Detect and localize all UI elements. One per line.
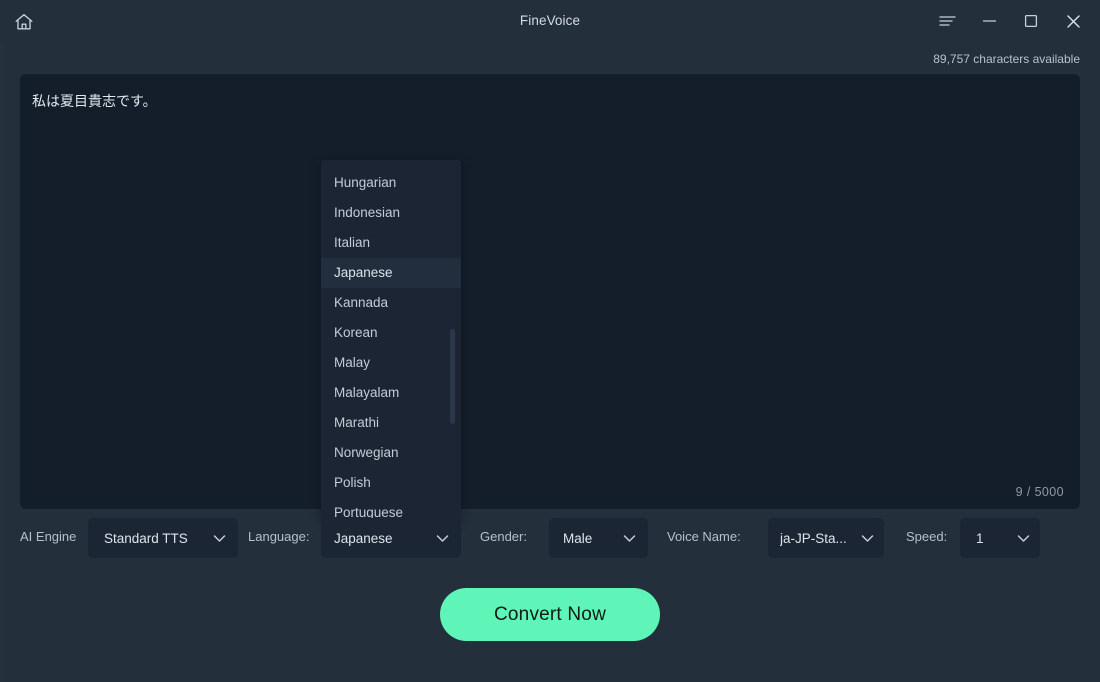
speed-select[interactable]: 1 (960, 518, 1040, 558)
speed-value: 1 (976, 530, 984, 546)
ai-engine-select[interactable]: Standard TTS (88, 518, 238, 558)
voice-name-value: ja-JP-Sta... (780, 530, 847, 546)
control-bar: AI Engine Standard TTS Language: Japanes… (0, 518, 1100, 560)
language-select[interactable]: Japanese (321, 518, 461, 558)
gender-label: Gender: (480, 529, 527, 544)
text-input-panel[interactable]: 私は夏目貴志です。 9 / 5000 (20, 74, 1080, 509)
speed-label: Speed: (906, 529, 948, 544)
language-option[interactable]: Polish (321, 468, 461, 498)
characters-available-label: 89,757 characters available (933, 52, 1080, 66)
chevron-down-icon (212, 531, 226, 545)
language-option[interactable]: Norwegian (321, 438, 461, 468)
minimize-icon (982, 14, 997, 28)
close-icon (1066, 14, 1081, 29)
language-option[interactable]: Marathi (321, 408, 461, 438)
language-option[interactable]: Kannada (321, 288, 461, 318)
title-bar: FineVoice (0, 0, 1100, 42)
language-dropdown-scrollbar-track[interactable] (450, 164, 458, 516)
chevron-down-icon (860, 531, 874, 545)
window-controls (932, 6, 1088, 36)
close-button[interactable] (1058, 6, 1088, 36)
language-option[interactable]: Japanese (321, 258, 461, 288)
window-edge-strip (0, 42, 3, 682)
gender-value: Male (563, 530, 593, 546)
voice-name-select[interactable]: ja-JP-Sta... (768, 518, 884, 558)
minimize-button[interactable] (974, 6, 1004, 36)
text-input-content[interactable]: 私は夏目貴志です。 (32, 92, 1068, 112)
convert-now-button[interactable]: Convert Now (440, 588, 660, 641)
language-option[interactable]: Italian (321, 228, 461, 258)
language-label: Language: (248, 529, 310, 544)
voice-name-label: Voice Name: (667, 529, 741, 544)
language-option-list: Hungarian Indonesian Italian Japanese Kannad… (321, 168, 461, 520)
language-option[interactable]: Indonesian (321, 198, 461, 228)
hamburger-menu-button[interactable] (932, 6, 962, 36)
ai-engine-label: AI Engine (20, 529, 77, 544)
chevron-down-icon (1016, 531, 1030, 545)
language-value: Japanese (334, 530, 393, 546)
chevron-down-icon (435, 531, 449, 545)
language-dropdown-scrollbar-thumb[interactable] (450, 329, 455, 424)
ai-engine-value: Standard TTS (104, 530, 188, 546)
chevron-down-icon (622, 531, 636, 545)
gender-select[interactable]: Male (549, 518, 648, 558)
character-counter: 9 / 5000 (1015, 485, 1064, 499)
language-option[interactable]: Malay (321, 348, 461, 378)
hamburger-menu-icon (938, 14, 956, 28)
language-dropdown-popup[interactable]: Hungarian Indonesian Italian Japanese Kannad… (321, 160, 461, 520)
maximize-button[interactable] (1016, 6, 1046, 36)
language-option[interactable]: Portuguese (321, 498, 461, 520)
maximize-icon (1024, 14, 1038, 28)
language-option[interactable]: Hungarian (321, 168, 461, 198)
language-option[interactable]: Malayalam (321, 378, 461, 408)
language-option[interactable]: Korean (321, 318, 461, 348)
